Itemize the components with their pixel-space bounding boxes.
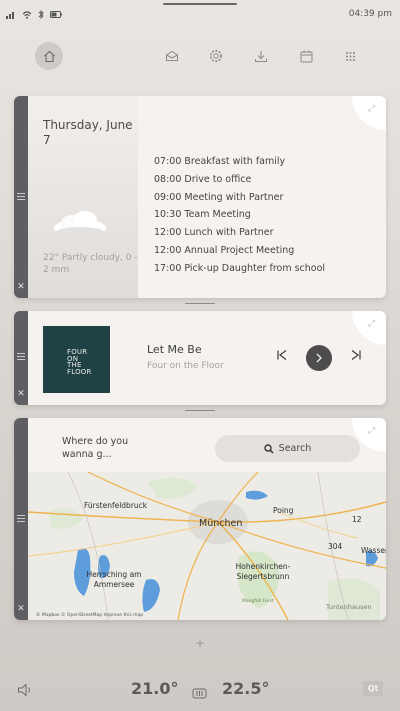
speaker-icon <box>18 683 30 697</box>
list-item[interactable]: 08:00 Drive to office <box>154 171 325 189</box>
map-label-wasser: Wasser <box>361 546 386 555</box>
navigation-widget: ✕ Where do you wanna g... Search Fürsten… <box>14 418 386 620</box>
nav-download-button[interactable] <box>252 47 270 65</box>
bluetooth-icon <box>38 10 44 19</box>
song-title: Let Me Be <box>147 343 202 356</box>
climate-bar: 21.0° 22.5° Qt <box>0 672 400 708</box>
map-attribution[interactable]: © Mapbox © OpenStreetMap Improve this ma… <box>36 613 143 618</box>
destination-prompt: Where do you wanna g... <box>62 436 129 460</box>
calendar-day-panel: Thursday, June 7 22° Partly cloudy, 0 - … <box>28 96 138 298</box>
top-navigation <box>0 38 400 74</box>
calendar-date: Thursday, June 7 <box>43 118 133 147</box>
expand-icon: ⤢ <box>368 319 376 329</box>
nav-home-button[interactable] <box>35 42 63 70</box>
list-item[interactable]: 09:00 Meeting with Partner <box>154 189 325 207</box>
event-list: 07:00 Breakfast with family 08:00 Drive … <box>154 153 325 278</box>
expand-icon: ⤢ <box>368 104 376 114</box>
map-label-poing: Poing <box>273 506 294 515</box>
list-item[interactable]: 12:00 Lunch with Partner <box>154 224 325 242</box>
search-button[interactable]: Search <box>215 435 360 462</box>
next-track-button[interactable] <box>349 348 363 362</box>
cloud-icon <box>54 211 106 237</box>
home-icon <box>43 50 55 62</box>
previous-track-button[interactable] <box>275 348 289 362</box>
temperature-left[interactable]: 21.0° <box>131 679 178 698</box>
qt-logo: Qt <box>363 681 383 696</box>
album-art-text: FOUR ON THE FLOOR <box>67 348 92 376</box>
play-icon <box>316 353 322 363</box>
drag-grip-icon[interactable] <box>17 353 25 361</box>
skip-next-icon <box>351 350 361 360</box>
music-widget: ✕ FOUR ON THE FLOOR Let Me Be Four on th… <box>14 311 386 405</box>
add-widget-button[interactable]: + <box>194 637 206 649</box>
map-label-muenchen: München <box>199 518 243 529</box>
volume-button[interactable] <box>17 682 33 697</box>
drag-grip-icon[interactable] <box>17 193 25 201</box>
nav-calendar-button[interactable] <box>297 47 315 65</box>
drag-grip-icon[interactable] <box>17 515 25 523</box>
weather-summary: 22° Partly cloudy, 0 - 2 mm <box>43 253 138 275</box>
widget-rail: ✕ <box>14 96 28 298</box>
expand-button[interactable]: ⤢ <box>352 96 386 130</box>
map-label-tuntenhausen: Tuntenhausen <box>326 603 372 611</box>
album-art: FOUR ON THE FLOOR <box>43 326 110 393</box>
map-view[interactable]: Fürstenfeldbruck München Poing Herrschin… <box>28 472 386 620</box>
nav-mail-button[interactable] <box>163 47 181 65</box>
download-icon <box>255 50 267 62</box>
nav-settings-button[interactable] <box>207 47 225 65</box>
temperature-right[interactable]: 22.5° <box>222 679 269 698</box>
status-clock: 04:39 pm <box>348 9 392 19</box>
expand-icon: ⤢ <box>368 426 376 436</box>
calendar-widget: ✕ Thursday, June 7 22° Partly cloudy, 0 … <box>14 96 386 298</box>
map-label-mangfall: Mangfall Forst <box>242 599 274 604</box>
status-icons <box>6 10 62 19</box>
map-label-road-304: 304 <box>328 542 343 551</box>
calendar-icon <box>300 50 312 62</box>
search-icon <box>263 443 274 454</box>
close-icon[interactable]: ✕ <box>17 389 25 399</box>
apps-grid-icon <box>345 51 355 61</box>
widget-divider[interactable] <box>185 410 215 411</box>
play-button[interactable] <box>306 345 332 371</box>
list-item[interactable]: 17:00 Pick-up Daughter from school <box>154 260 325 278</box>
map-label-road-12: 12 <box>352 515 362 524</box>
search-label: Search <box>278 443 312 454</box>
list-item[interactable]: 12:00 Annual Project Meeting <box>154 242 325 260</box>
widget-rail: ✕ <box>14 418 28 620</box>
widget-rail: ✕ <box>14 311 28 405</box>
fan-icon <box>192 688 207 699</box>
nav-apps-button[interactable] <box>341 47 359 65</box>
status-bar: 04:39 pm <box>0 0 400 30</box>
map-label-herrsching: Herrsching am Ammersee <box>86 570 142 589</box>
widget-divider[interactable] <box>185 303 215 304</box>
expand-button[interactable]: ⤢ <box>352 311 386 345</box>
battery-icon <box>50 11 62 18</box>
signal-icon <box>6 11 14 19</box>
map-label-fuerstenfeldbruck: Fürstenfeldbruck <box>84 501 148 510</box>
close-icon[interactable]: ✕ <box>17 282 25 292</box>
wifi-icon <box>22 10 32 19</box>
mail-icon <box>166 50 178 61</box>
list-item[interactable]: 07:00 Breakfast with family <box>154 153 325 171</box>
settings-icon <box>210 50 222 62</box>
fan-button[interactable] <box>192 684 207 699</box>
skip-previous-icon <box>277 350 287 360</box>
list-item[interactable]: 10:30 Team Meeting <box>154 206 325 224</box>
map-label-hohenkirchen: Hohenkirchen-Siegertsbrunn <box>235 562 291 581</box>
song-artist: Four on the Floor <box>147 361 224 371</box>
close-icon[interactable]: ✕ <box>17 604 25 614</box>
